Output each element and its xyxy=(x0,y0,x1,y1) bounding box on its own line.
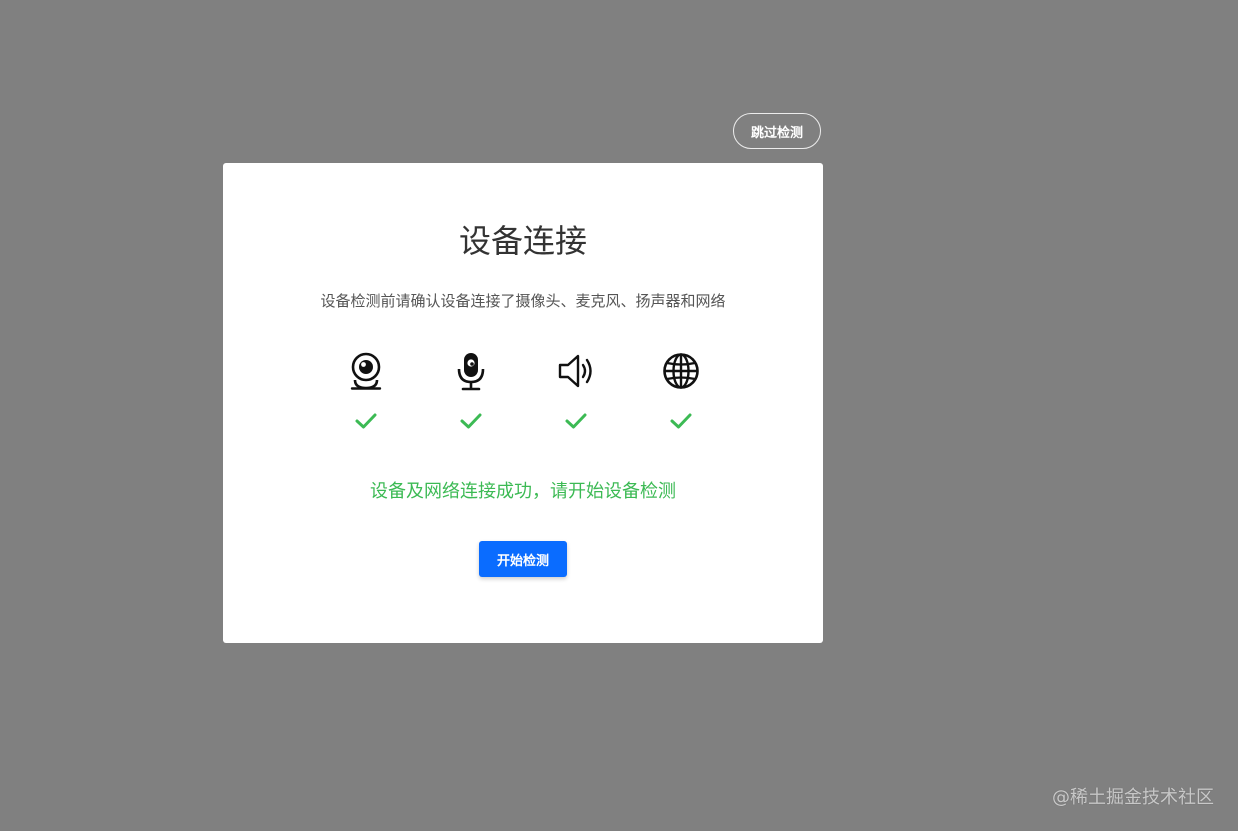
check-icon xyxy=(460,413,482,429)
speaker-icon xyxy=(558,354,592,388)
device-network xyxy=(651,351,711,433)
start-detection-button[interactable]: 开始检测 xyxy=(479,541,567,577)
check-icon xyxy=(355,413,377,429)
dialog-title: 设备连接 xyxy=(458,222,587,260)
check-icon xyxy=(670,413,692,429)
globe-icon xyxy=(663,353,699,389)
dialog-subtitle: 设备检测前请确认设备连接了摄像头、麦克风、扬声器和网络 xyxy=(320,292,726,310)
device-microphone xyxy=(441,351,501,433)
device-connection-dialog: 设备连接 设备检测前请确认设备连接了摄像头、麦克风、扬声器和网络 设备及网络连接… xyxy=(223,163,823,643)
connection-status-message: 设备及网络连接成功，请开始设备检测 xyxy=(370,481,676,502)
check-icon xyxy=(565,413,587,429)
device-camera xyxy=(336,351,396,433)
watermark: @稀土掘金技术社区 xyxy=(1052,787,1214,808)
device-list xyxy=(223,351,823,441)
skip-detection-button[interactable]: 跳过检测 xyxy=(733,113,821,149)
camera-icon xyxy=(350,352,382,390)
device-speaker xyxy=(546,351,606,433)
microphone-icon xyxy=(457,353,485,391)
